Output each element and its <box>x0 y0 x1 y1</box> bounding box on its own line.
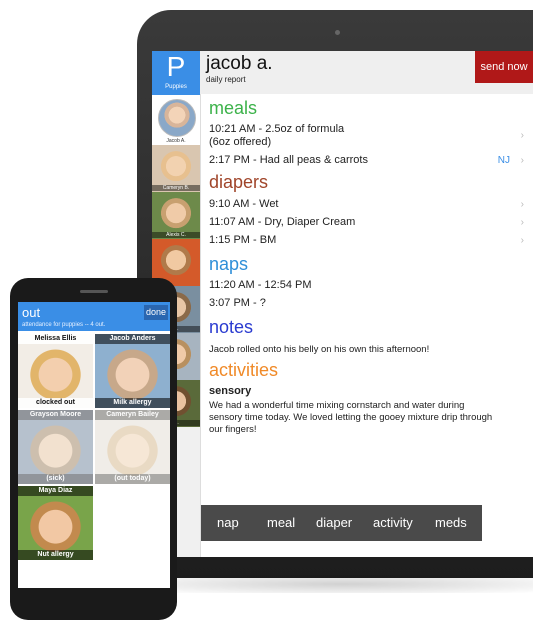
card-name: Cameryn Bailey <box>95 410 170 420</box>
diaper-entry[interactable]: 11:07 AM - Dry, Diaper Cream › <box>209 216 524 229</box>
roster-name: Cameryn B. <box>152 185 200 191</box>
meal-text: 10:21 AM - 2.5oz of formula <box>209 123 345 135</box>
attendance-card[interactable]: Cameryn Bailey (out today) <box>95 410 170 484</box>
attendance-card[interactable]: Maya Diaz Nut allergy <box>18 486 93 560</box>
card-name: Jacob Anders <box>95 334 170 344</box>
roster-item-selected[interactable]: Jacob A. <box>152 95 200 145</box>
card-name: Grayson Moore <box>18 410 93 420</box>
phone-device: out attendance for puppies -- 4 out. don… <box>10 278 177 620</box>
note-text[interactable]: Jacob rolled onto his belly on his own t… <box>209 344 499 356</box>
staff-initials: NJ <box>497 155 510 166</box>
attendance-card[interactable]: Grayson Moore (sick) <box>18 410 93 484</box>
card-name: Maya Diaz <box>18 486 93 496</box>
class-name: Puppies <box>165 84 187 90</box>
attendance-header: out attendance for puppies -- 4 out. don… <box>18 302 170 331</box>
nap-entry[interactable]: 3:07 PM - ? <box>209 297 524 310</box>
done-button[interactable]: done <box>144 305 168 320</box>
roster-item[interactable]: Alexis C. <box>152 192 200 239</box>
attendance-card[interactable]: Melissa Ellis clocked out <box>18 334 93 408</box>
tab-nap[interactable]: nap <box>217 505 239 541</box>
card-status: (sick) <box>18 474 93 484</box>
tab-diaper[interactable]: diaper <box>316 505 352 541</box>
class-letter: P <box>166 51 186 82</box>
roster-name: Alexis C. <box>152 232 200 238</box>
chevron-right-icon: › <box>520 130 524 141</box>
tablet-screen: P Puppies Jacob A. Cameryn B. Alexis C. <box>152 51 533 557</box>
entry-tabbar: nap meal diaper activity meds <box>201 505 482 541</box>
tablet-device: P Puppies Jacob A. Cameryn B. Alexis C. <box>137 10 533 578</box>
attendance-title: out <box>22 305 41 320</box>
meal-entry[interactable]: 2:17 PM - Had all peas & carrots NJ › <box>209 154 524 167</box>
chevron-right-icon: › <box>520 155 524 166</box>
tab-activity[interactable]: activity <box>373 505 413 541</box>
card-status: Nut allergy <box>18 550 93 560</box>
roster-name: Jacob A. <box>166 138 186 144</box>
roster-item[interactable]: Cameryn B. <box>152 145 200 192</box>
activity-text[interactable]: We had a wonderful time mixing cornstarc… <box>209 400 499 436</box>
diaper-text: 11:07 AM - Dry, Diaper Cream <box>209 216 356 228</box>
card-status: clocked out <box>18 398 93 408</box>
section-diapers: diapers <box>209 172 269 192</box>
class-tile[interactable]: P Puppies <box>152 51 200 95</box>
tab-meal[interactable]: meal <box>267 505 295 541</box>
chevron-right-icon: › <box>520 235 524 246</box>
speaker-icon <box>80 290 108 293</box>
nap-entry[interactable]: 11:20 AM - 12:54 PM <box>209 279 524 292</box>
report-label: daily report <box>206 75 246 84</box>
chevron-right-icon: › <box>520 199 524 210</box>
diaper-entry[interactable]: 1:15 PM - BM › <box>209 234 524 247</box>
meal-subtext: (6oz offered) <box>209 136 272 148</box>
diaper-text: 9:10 AM - Wet <box>209 198 279 210</box>
send-now-button[interactable]: send now <box>475 51 533 83</box>
card-name: Melissa Ellis <box>18 334 93 344</box>
report-header: jacob a. daily report send now <box>200 51 533 94</box>
section-activities: activities <box>209 360 279 380</box>
diaper-text: 1:15 PM - BM <box>209 234 277 246</box>
nap-text: 3:07 PM - ? <box>209 297 266 309</box>
diaper-entry[interactable]: 9:10 AM - Wet › <box>209 198 524 211</box>
phone-screen: out attendance for puppies -- 4 out. don… <box>18 302 170 588</box>
card-status: Milk allergy <box>95 398 170 408</box>
attendance-card[interactable]: Jacob Anders Milk allergy <box>95 334 170 408</box>
tab-meds[interactable]: meds <box>435 505 467 541</box>
section-naps: naps <box>209 254 249 274</box>
tablet-shadow <box>150 575 533 593</box>
child-name: jacob a. <box>206 53 273 74</box>
section-notes: notes <box>209 317 254 337</box>
chevron-right-icon: › <box>520 217 524 228</box>
section-meals: meals <box>209 98 258 118</box>
attendance-subtitle: attendance for puppies -- 4 out. <box>22 322 106 328</box>
meal-entry[interactable]: 10:21 AM - 2.5oz of formula (6oz offered… <box>209 123 524 149</box>
nap-text: 11:20 AM - 12:54 PM <box>209 279 312 291</box>
card-status: (out today) <box>95 474 170 484</box>
activity-title: sensory <box>209 385 252 397</box>
meal-text: 2:17 PM - Had all peas & carrots <box>209 154 368 166</box>
avatar <box>158 99 196 137</box>
camera-icon <box>335 30 340 35</box>
